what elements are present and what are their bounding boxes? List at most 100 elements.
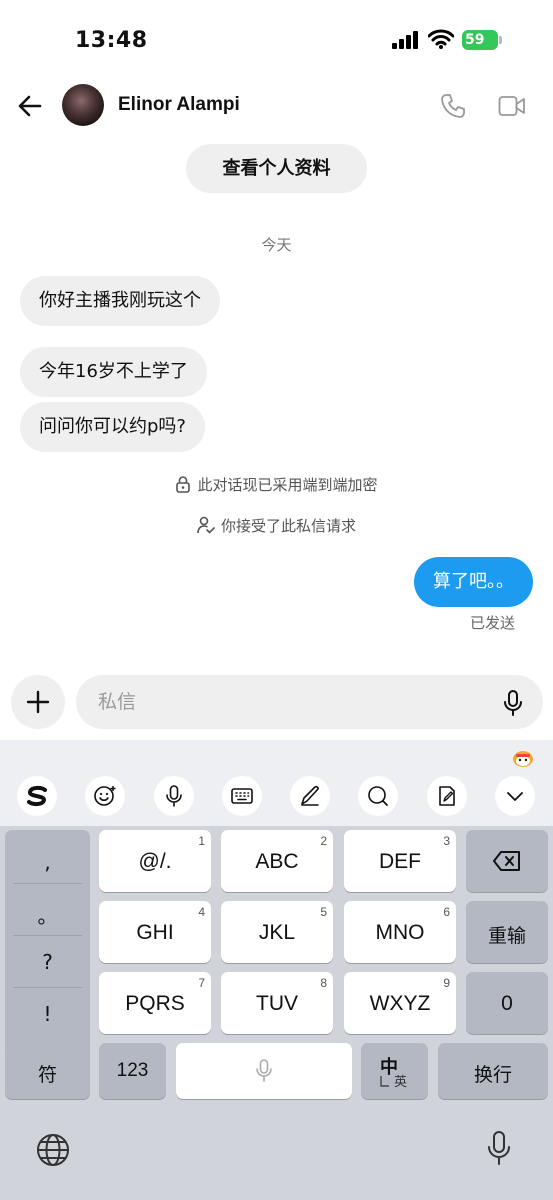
encryption-notice: 此对话现已采用端到端加密 bbox=[0, 474, 553, 495]
key-label: DEF bbox=[379, 850, 421, 873]
key-7[interactable]: 7 PQRS bbox=[99, 972, 211, 1034]
symbols-key[interactable]: 符 bbox=[5, 1043, 90, 1099]
key-number: 6 bbox=[443, 905, 450, 919]
request-accepted-notice: 你接受了此私信请求 bbox=[0, 515, 553, 536]
punct-question[interactable]: ? bbox=[5, 950, 90, 974]
voice-input-button[interactable] bbox=[154, 776, 194, 816]
contact-name[interactable]: Elinor Alampi bbox=[118, 94, 240, 116]
key-label: ABC bbox=[255, 850, 299, 873]
note-edit-icon bbox=[439, 786, 455, 806]
key-6[interactable]: 6 MNO bbox=[344, 901, 456, 963]
key-number: 3 bbox=[443, 834, 450, 848]
language-switch-key[interactable]: 中 英 bbox=[361, 1043, 428, 1099]
mascot-icon[interactable] bbox=[511, 746, 535, 768]
key-label: 换行 bbox=[473, 1065, 512, 1086]
sogou-s-icon bbox=[27, 785, 47, 807]
phone-call-icon[interactable] bbox=[440, 93, 466, 119]
key-number: 8 bbox=[320, 976, 327, 990]
key-5[interactable]: 5 JKL bbox=[221, 901, 333, 963]
key-label: GHI bbox=[136, 921, 174, 944]
key-3[interactable]: 3 DEF bbox=[344, 830, 456, 892]
key-label: TUV bbox=[256, 992, 298, 1015]
video-call-icon[interactable] bbox=[498, 95, 526, 117]
incoming-message[interactable]: 今年16岁不上学了 bbox=[20, 347, 207, 397]
key-8[interactable]: 8 TUV bbox=[221, 972, 333, 1034]
divider bbox=[13, 883, 82, 884]
plus-icon bbox=[26, 690, 50, 714]
numbers-key[interactable]: 123 bbox=[99, 1043, 166, 1099]
key-label: 符 bbox=[37, 1065, 57, 1086]
key-0[interactable]: 0 bbox=[466, 972, 548, 1034]
battery-level: 59 bbox=[462, 30, 498, 50]
microphone-icon bbox=[256, 1059, 272, 1082]
incoming-message[interactable]: 问问你可以约p吗? bbox=[20, 402, 205, 452]
divider bbox=[13, 935, 82, 936]
key-number: 7 bbox=[198, 976, 205, 990]
encryption-notice-text: 此对话现已采用端到端加密 bbox=[197, 476, 378, 494]
collapse-keyboard-button[interactable] bbox=[495, 776, 535, 816]
key-9[interactable]: 9 WXYZ bbox=[344, 972, 456, 1034]
status-time: 13:48 bbox=[75, 28, 148, 53]
key-number: 1 bbox=[198, 834, 205, 848]
microphone-icon[interactable] bbox=[503, 689, 523, 717]
key-number: 2 bbox=[320, 834, 327, 848]
chat-header: Elinor Alampi bbox=[0, 80, 553, 132]
back-arrow-icon[interactable] bbox=[16, 92, 44, 120]
key-number: 5 bbox=[320, 905, 327, 919]
contact-avatar[interactable] bbox=[62, 84, 104, 126]
quick-phrase-button[interactable] bbox=[427, 776, 467, 816]
punct-period[interactable]: 。 bbox=[5, 900, 90, 929]
person-check-icon bbox=[197, 516, 215, 534]
chevron-down-icon bbox=[507, 792, 523, 801]
key-label: @/. bbox=[138, 850, 172, 873]
battery-tip bbox=[499, 36, 502, 44]
dictation-microphone-icon[interactable] bbox=[486, 1130, 512, 1168]
add-attachment-button[interactable] bbox=[11, 675, 65, 729]
wifi-icon bbox=[428, 29, 454, 49]
key-label: PQRS bbox=[125, 992, 185, 1015]
pen-icon bbox=[301, 785, 319, 806]
key-label: 重输 bbox=[487, 926, 526, 947]
key-label: WXYZ bbox=[369, 992, 431, 1015]
keyboard-icon bbox=[231, 788, 253, 804]
key-label: MNO bbox=[375, 921, 425, 944]
incoming-message[interactable]: 你好主播我刚玩这个 bbox=[20, 276, 220, 326]
message-input-placeholder: 私信 bbox=[98, 691, 137, 713]
status-bar: 13:48 59 bbox=[0, 0, 553, 80]
keyboard: , 。 ? ! 1 @/. 2 ABC 3 DEF 4 GHI 5 JKL 6 … bbox=[0, 740, 553, 1200]
key-2[interactable]: 2 ABC bbox=[221, 830, 333, 892]
search-icon bbox=[368, 786, 388, 806]
date-separator: 今天 bbox=[261, 236, 292, 254]
microphone-icon bbox=[166, 785, 182, 807]
punct-exclamation[interactable]: ! bbox=[5, 1002, 90, 1026]
space-key[interactable] bbox=[176, 1043, 352, 1099]
cellular-signal-icon bbox=[392, 31, 418, 49]
backspace-icon bbox=[493, 851, 520, 871]
backspace-key[interactable] bbox=[466, 830, 548, 892]
handwriting-button[interactable] bbox=[290, 776, 330, 816]
globe-icon[interactable] bbox=[35, 1132, 71, 1168]
key-4[interactable]: 4 GHI bbox=[99, 901, 211, 963]
key-number: 9 bbox=[443, 976, 450, 990]
lang-alt-label: 英 bbox=[394, 1074, 408, 1089]
key-label: 0 bbox=[501, 992, 513, 1015]
sogou-logo-button[interactable] bbox=[17, 776, 57, 816]
divider bbox=[13, 987, 82, 988]
punct-comma[interactable]: , bbox=[5, 850, 90, 874]
keyboard-toolbar bbox=[0, 740, 553, 826]
view-profile-button[interactable]: 查看个人资料 bbox=[186, 144, 367, 193]
key-1[interactable]: 1 @/. bbox=[99, 830, 211, 892]
search-button[interactable] bbox=[358, 776, 398, 816]
keyboard-layout-button[interactable] bbox=[222, 776, 262, 816]
emoji-button[interactable] bbox=[85, 776, 125, 816]
punctuation-column[interactable]: , 。 ? ! bbox=[5, 830, 90, 1076]
sent-status: 已发送 bbox=[469, 614, 515, 632]
reset-key[interactable]: 重输 bbox=[466, 901, 548, 963]
enter-key[interactable]: 换行 bbox=[438, 1043, 548, 1099]
key-label: 123 bbox=[116, 1060, 149, 1081]
key-number: 4 bbox=[198, 905, 205, 919]
outgoing-message[interactable]: 算了吧。。 bbox=[414, 557, 533, 607]
bracket-icon bbox=[380, 1076, 389, 1087]
request-accepted-text: 你接受了此私信请求 bbox=[220, 517, 356, 535]
message-input[interactable]: 私信 bbox=[76, 675, 543, 729]
